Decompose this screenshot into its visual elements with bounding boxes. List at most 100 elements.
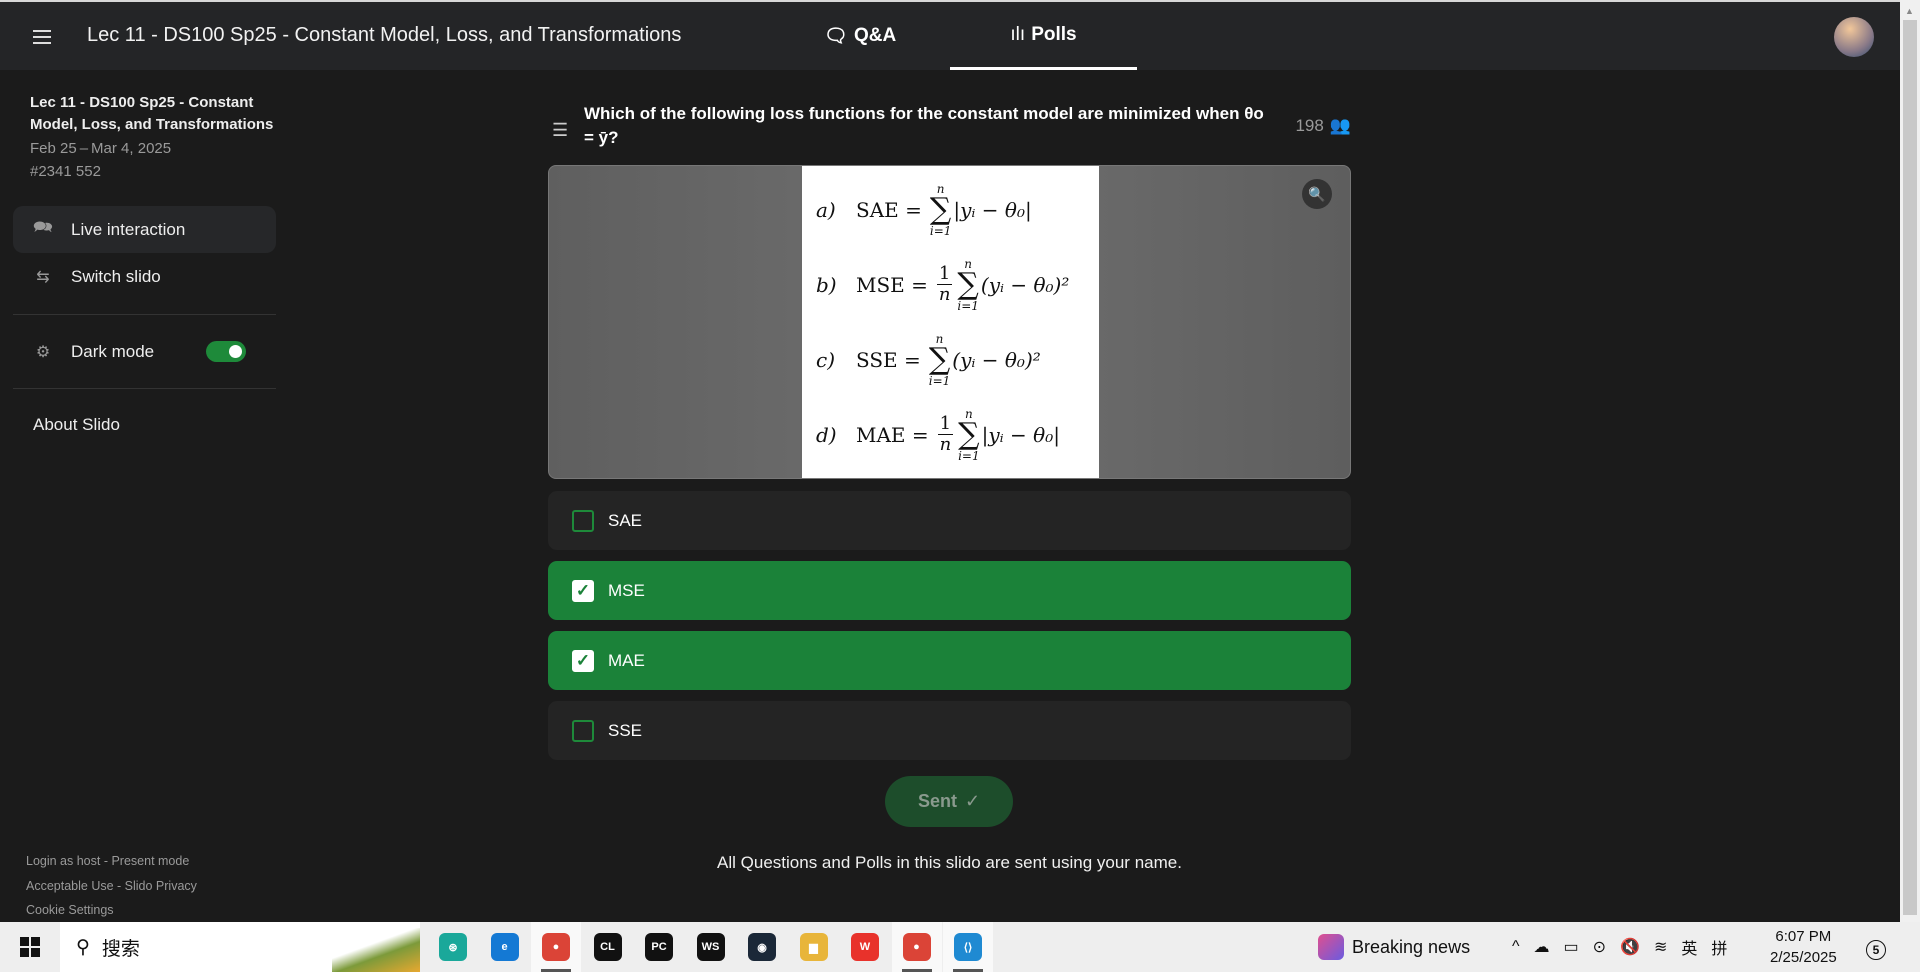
about-label: About Slido	[33, 414, 120, 434]
summation: n ∑ i=1	[958, 408, 980, 462]
formula-name: SAE =	[856, 197, 922, 222]
scroll-up-icon[interactable]: ▲	[1905, 6, 1914, 16]
taskbar-app-pycharm[interactable]: PC	[634, 922, 684, 972]
numerator: 1	[936, 263, 953, 285]
brightness-icon: ⚙	[35, 343, 51, 361]
volume-muted-icon[interactable]: 🔇	[1620, 937, 1640, 957]
footer-login-link[interactable]: Login as host - Present mode	[26, 854, 189, 868]
speech-bubble-icon: 🗨	[823, 26, 848, 47]
sidebar-item-label: Dark mode	[71, 341, 155, 361]
wifi-icon[interactable]: ≋	[1654, 937, 1667, 957]
footer-cookie-link[interactable]: Cookie Settings	[26, 903, 114, 917]
poll-image[interactable]: a) SAE = n ∑ i=1 |yᵢ − θ₀| b) MSE = 1 n n ∑ i=1 …	[548, 165, 1351, 479]
sidebar-item-live-interaction[interactable]: 🗪 Live interaction	[13, 206, 276, 253]
summation: n ∑ i=1	[929, 333, 951, 387]
pycharm-icon: PC	[645, 933, 673, 961]
poll-option-mse[interactable]: ✓ MSE	[548, 561, 1351, 620]
tab-qa[interactable]: 🗨 Q&A	[810, 2, 910, 70]
sidebar-item-label: Live interaction	[71, 219, 186, 239]
checkbox[interactable]: ✓	[572, 649, 594, 672]
taskbar-app-brain-app[interactable]: ⊛	[428, 922, 478, 972]
sum-lower: i=1	[957, 298, 979, 313]
formula-row: c) SSE = n ∑ i=1 (yᵢ − θ₀)²	[816, 322, 1099, 397]
summation: n ∑ i=1	[957, 258, 979, 312]
checkbox[interactable]	[572, 719, 594, 742]
formula-image: a) SAE = n ∑ i=1 |yᵢ − θ₀| b) MSE = 1 n n ∑ i=1 …	[802, 166, 1099, 478]
privacy-notice: All Questions and Polls in this slido ar…	[717, 853, 1182, 872]
camera-icon[interactable]: ⊙	[1593, 937, 1606, 957]
date: 2/25/2025	[1770, 949, 1837, 966]
about-slido-link[interactable]: About Slido	[13, 401, 276, 448]
tab-polls[interactable]: ılı Polls	[950, 2, 1137, 70]
tab-label: Polls	[1031, 23, 1077, 45]
taskbar-app-webstorm[interactable]: WS	[686, 922, 736, 972]
checkbox[interactable]	[572, 509, 594, 532]
dark-mode-toggle[interactable]	[206, 341, 246, 362]
taskbar-app-vscode[interactable]: ⟨⟩	[943, 922, 993, 972]
poll-option-sse[interactable]: SSE	[548, 701, 1351, 760]
poll-question: Which of the following loss functions fo…	[584, 104, 1264, 147]
zoom-image-button[interactable]: 🔍	[1302, 179, 1332, 209]
check-icon: ✓	[575, 580, 591, 600]
clock[interactable]: 6:07 PM 2/25/2025	[1770, 926, 1837, 968]
sidebar-item-switch-slido[interactable]: ⇆ Switch slido	[13, 253, 276, 300]
clion-icon: CL	[593, 933, 622, 961]
taskbar-app-steam[interactable]: ◉	[737, 922, 787, 972]
tab-label: Q&A	[853, 25, 897, 46]
sigma-symbol: ∑	[929, 191, 952, 227]
participant-count: 198 👥	[1295, 116, 1351, 136]
formula-label: d)	[816, 422, 837, 447]
scrollbar[interactable]: ▲	[1900, 0, 1920, 922]
onedrive-icon[interactable]: ☁	[1534, 937, 1550, 957]
ime-icon[interactable]: 拼	[1711, 935, 1727, 959]
brain-app-icon: ⊛	[439, 933, 467, 961]
edge-icon: e	[490, 933, 519, 961]
avatar[interactable]	[1834, 17, 1874, 57]
formula-row: b) MSE = 1 n n ∑ i=1 (yᵢ − θ₀)²	[816, 247, 1099, 322]
time: 6:07 PM	[1775, 928, 1832, 945]
checkbox[interactable]: ✓	[572, 579, 594, 602]
footer-legal-link[interactable]: Acceptable Use - Slido Privacy	[26, 879, 197, 893]
formula-name: SSE =	[856, 347, 921, 372]
steam-icon: ◉	[748, 933, 776, 961]
event-dates: Feb 25 – Mar 4, 2025	[30, 140, 172, 157]
vscode-icon: ⟨⟩	[954, 933, 982, 961]
notification-icon[interactable]: 5	[1866, 940, 1886, 960]
sidebar: Lec 11 - DS100 Sp25 - Constant Model, Lo…	[0, 70, 290, 922]
formula-label: a)	[816, 197, 836, 222]
sent-button[interactable]: Sent ✓	[885, 776, 1013, 827]
battery-icon[interactable]: ▭	[1564, 937, 1579, 957]
taskbar-app-wps[interactable]: W	[840, 922, 890, 972]
chrome-profile-icon: ●	[542, 933, 570, 961]
top-bar: Lec 11 - DS100 Sp25 - Constant Model, Lo…	[0, 0, 1900, 70]
news-widget[interactable]: Breaking news	[1318, 934, 1470, 960]
taskbar-app-file-explorer[interactable]: ▆	[789, 922, 839, 972]
search-placeholder: 搜索	[101, 938, 140, 960]
formula-row: a) SAE = n ∑ i=1 |yᵢ − θ₀|	[816, 172, 1099, 247]
summation: n ∑ i=1	[930, 183, 952, 237]
taskbar-app-edge[interactable]: e	[480, 922, 530, 972]
formula-body: |yᵢ − θ₀|	[953, 197, 1032, 222]
fraction: 1n	[936, 263, 953, 305]
windows-start-icon[interactable]	[20, 937, 40, 957]
search-highlight-art	[332, 928, 420, 972]
poll-option-mae[interactable]: ✓ MAE	[548, 631, 1351, 690]
show-hidden-icon[interactable]: ^	[1512, 938, 1520, 956]
sidebar-item-label: Switch slido	[71, 266, 161, 286]
check-icon: ✓	[575, 650, 591, 670]
menu-icon[interactable]	[33, 30, 51, 44]
language-icon[interactable]: 英	[1681, 935, 1697, 959]
taskbar-app-chrome[interactable]: ●	[891, 922, 942, 972]
news-label: Breaking news	[1352, 936, 1471, 957]
wps-icon: W	[851, 933, 879, 961]
list-icon: ☰	[552, 120, 569, 140]
sum-lower: i=1	[929, 223, 952, 238]
option-label: SSE	[608, 720, 643, 740]
scrollbar-thumb[interactable]	[1903, 20, 1917, 915]
taskbar-app-clion[interactable]: CL	[583, 922, 633, 972]
formula-row: d) MAE = 1 n n ∑ i=1 |yᵢ − θ₀|	[816, 397, 1099, 472]
taskbar-search[interactable]: ⚲ 搜索	[60, 922, 420, 972]
numerator: 1	[937, 413, 954, 435]
poll-option-sae[interactable]: SAE	[548, 491, 1351, 550]
taskbar-app-chrome-profile[interactable]: ●	[531, 922, 581, 972]
